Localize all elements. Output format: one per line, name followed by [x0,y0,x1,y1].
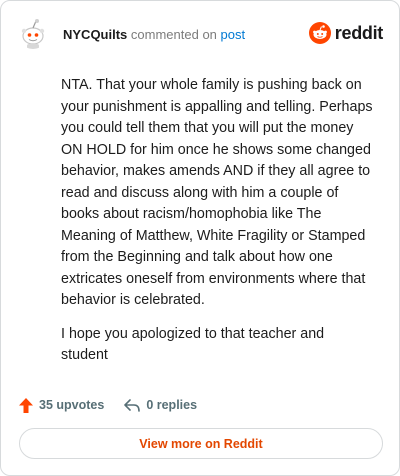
upvote-arrow-icon [19,397,33,413]
post-link[interactable]: post [221,27,246,42]
upvotes-stat[interactable]: 35 upvotes [19,397,105,413]
reddit-logo-icon [308,22,331,44]
replies-count: 0 replies [146,398,198,412]
reddit-brand[interactable]: reddit [308,21,384,45]
comment-body: NTA. That your whole family is pushing b… [61,75,373,379]
embedded-comment-card: NYCQuilts commented on post reddit NTA. … [0,0,400,476]
replies-stat[interactable]: 0 replies [124,398,197,412]
comment-byline: NYCQuilts commented on post [63,27,245,43]
reply-arrow-icon [124,398,141,412]
username[interactable]: NYCQuilts [63,27,127,42]
reddit-wordmark: reddit [334,23,384,43]
comment-stats: 35 upvotes 0 replies [19,395,197,415]
comment-header: NYCQuilts commented on post reddit [17,17,383,53]
view-more-button[interactable]: View more on Reddit [19,428,383,459]
snoo-avatar-icon[interactable] [17,17,49,49]
action-text: commented on [130,27,217,42]
comment-paragraph: I hope you apologized to that teacher an… [61,325,325,364]
comment-paragraph: NTA. That your whole family is pushing b… [61,77,373,308]
upvotes-count: 35 upvotes [39,398,105,412]
